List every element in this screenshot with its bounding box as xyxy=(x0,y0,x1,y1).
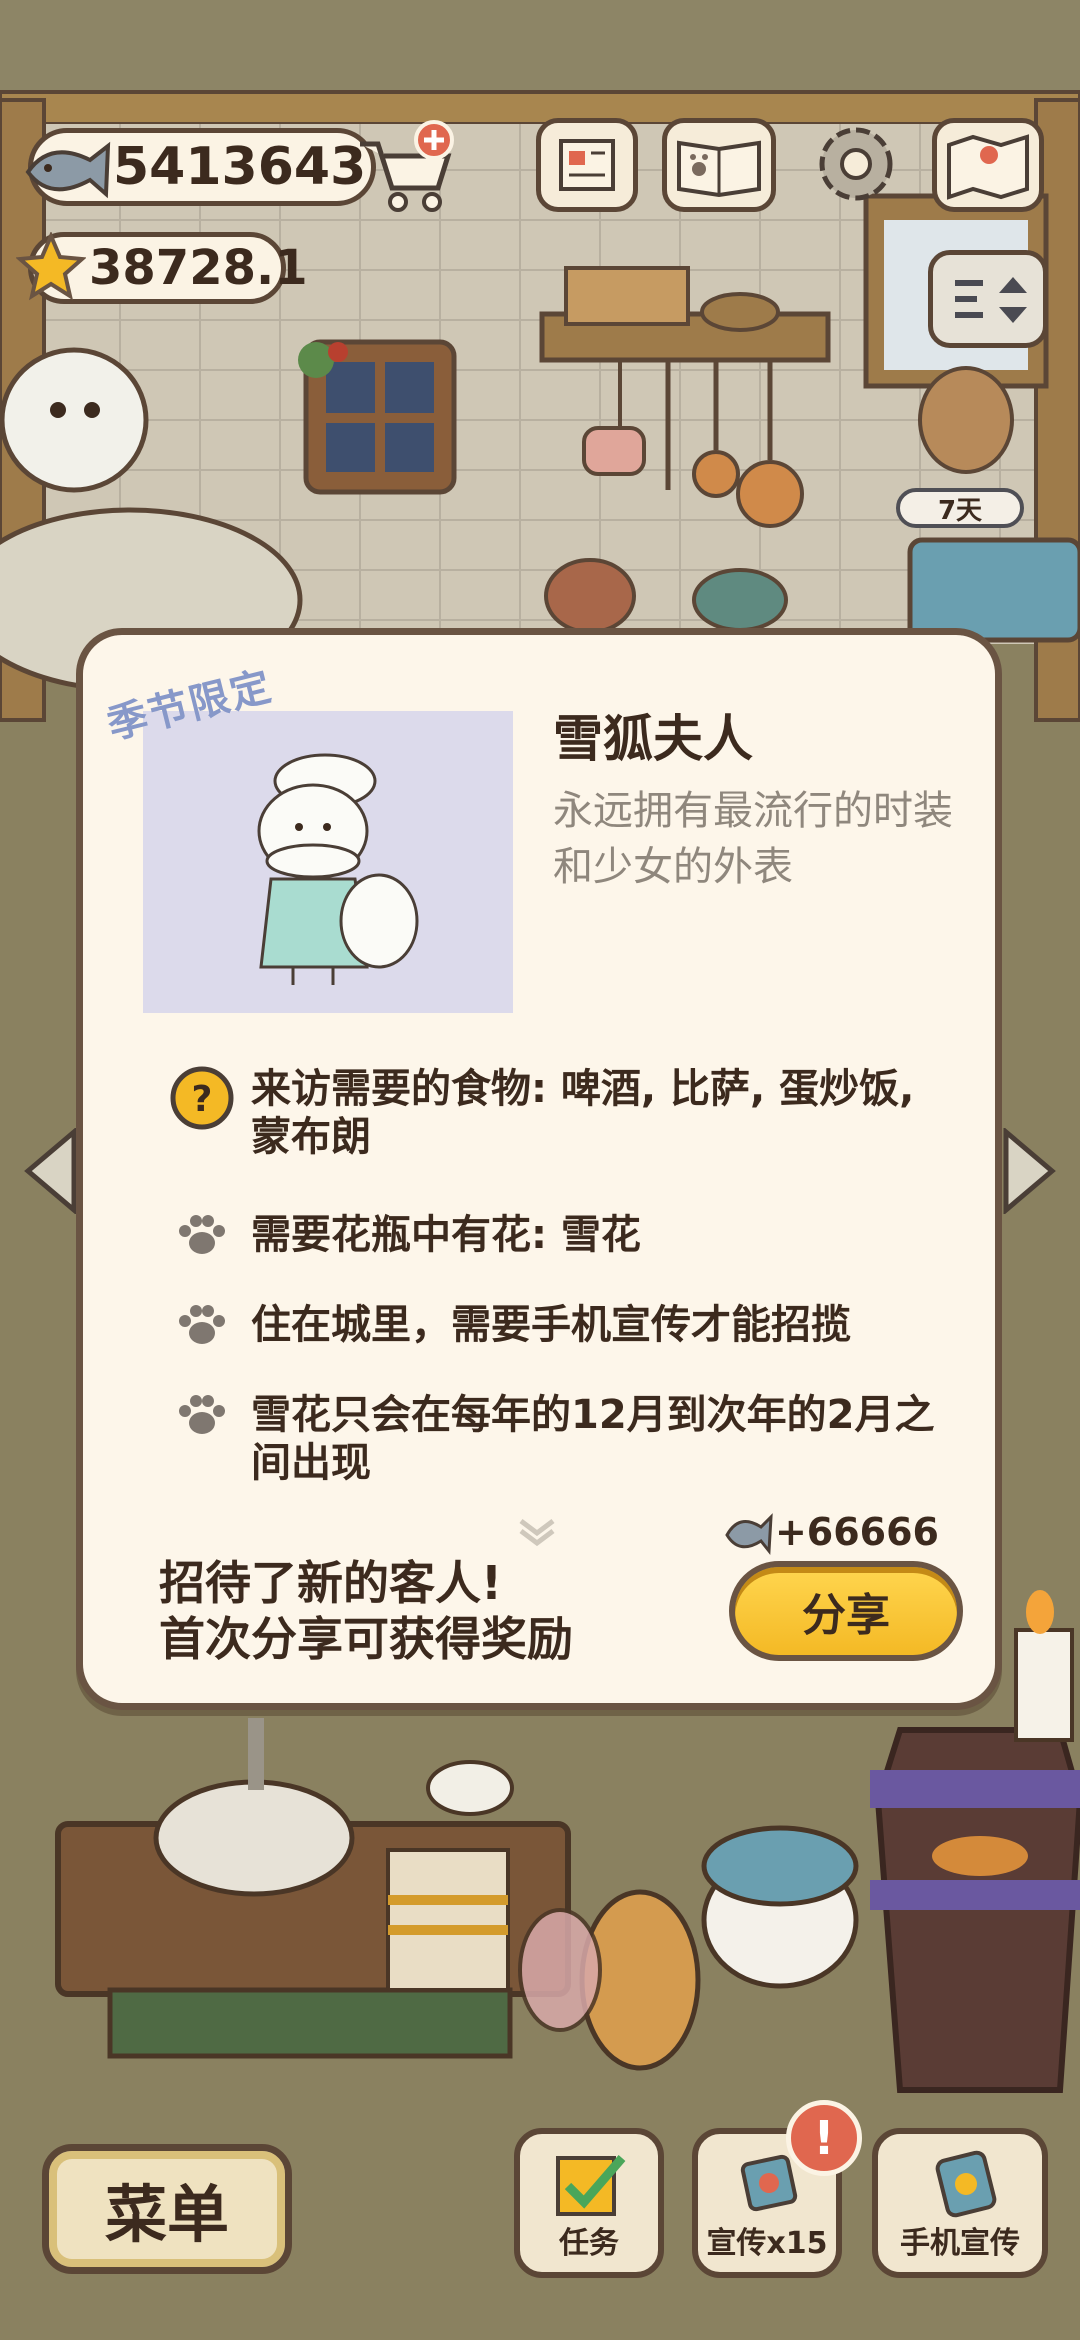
fish-count: 5413643 xyxy=(113,137,367,197)
previous-guest-arrow[interactable] xyxy=(22,1128,78,1214)
svg-text:?: ? xyxy=(192,1079,213,1120)
reward-amount: +66666 xyxy=(774,1510,939,1554)
shop-cart-icon[interactable] xyxy=(354,118,458,218)
menu-label: 菜单 xyxy=(104,2178,229,2251)
phone-flyer-icon xyxy=(935,2150,997,2218)
tasks-label: 任务 xyxy=(559,2226,619,2261)
newspaper-icon xyxy=(559,139,615,191)
paw-icon xyxy=(179,1395,225,1434)
scroll-down-chevron-icon xyxy=(519,1519,555,1547)
share-message-line: 首次分享可获得奖励 xyxy=(159,1612,573,1666)
newspaper-button[interactable] xyxy=(536,118,638,212)
days-remaining-badge: 7天 xyxy=(896,488,1024,528)
cat-album-button[interactable] xyxy=(662,118,776,212)
notification-badge: ! xyxy=(786,2100,862,2176)
requirement-text: 需要花瓶中有花: 雪花 xyxy=(251,1212,641,1258)
guest-info-dialog: 季节限定 雪狐夫人 永远拥有最流行的时装和少女的外表 ? 来访需要的食物: 啤酒… xyxy=(76,628,1002,1710)
guest-description: 永远拥有最流行的时装和少女的外表 xyxy=(553,788,953,890)
settings-button[interactable] xyxy=(806,118,908,212)
map-icon xyxy=(947,134,1029,200)
sort-icon xyxy=(955,277,1027,323)
tasks-button[interactable]: 任务 xyxy=(514,2128,664,2278)
guest-name: 雪狐夫人 xyxy=(553,710,753,768)
layout-toggle-button[interactable] xyxy=(928,250,1048,348)
star-count: 38728.1 xyxy=(89,240,308,296)
map-button[interactable] xyxy=(932,118,1044,212)
paw-icon xyxy=(179,1305,225,1344)
paw-icon xyxy=(179,1215,225,1254)
share-message-line: 招待了新的客人! xyxy=(159,1556,502,1610)
share-message: 招待了新的客人! 首次分享可获得奖励 xyxy=(159,1555,573,1667)
share-reward: +66666 xyxy=(721,1507,939,1557)
requirement-season: 雪花只会在每年的12月到次年的2月之间出现 xyxy=(167,1391,967,1487)
phone-promote-label: 手机宣传 xyxy=(900,2226,1020,2261)
promote-label: 宣传x15 xyxy=(706,2226,828,2261)
menu-button[interactable]: 菜单 xyxy=(42,2144,292,2274)
next-guest-arrow[interactable] xyxy=(1002,1128,1058,1214)
star-icon xyxy=(16,232,86,301)
gear-icon xyxy=(819,127,893,201)
requirement-flower: 需要花瓶中有花: 雪花 xyxy=(167,1211,967,1259)
checkbox-icon xyxy=(556,2155,626,2216)
paw-book-icon xyxy=(677,140,761,198)
guest-portrait xyxy=(143,711,513,1013)
requirement-text: 来访需要的食物: 啤酒, 比萨, 蛋炒饭, 蒙布朗 xyxy=(251,1066,915,1160)
phone-promote-button[interactable]: 手机宣传 xyxy=(872,2128,1048,2278)
requirement-food: ? 来访需要的食物: 啤酒, 比萨, 蛋炒饭, 蒙布朗 xyxy=(167,1065,967,1161)
fish-icon xyxy=(725,1513,773,1555)
requirement-text: 住在城里，需要手机宣传才能招揽 xyxy=(251,1302,851,1348)
snow-fox-lady-illustration xyxy=(257,753,419,985)
share-button[interactable]: 分享 xyxy=(729,1561,963,1661)
requirement-text: 雪花只会在每年的12月到次年的2月之间出现 xyxy=(251,1392,935,1486)
fish-icon xyxy=(25,141,111,199)
question-icon[interactable]: ? xyxy=(169,1065,235,1131)
requirement-city: 住在城里，需要手机宣传才能招揽 xyxy=(167,1301,967,1349)
